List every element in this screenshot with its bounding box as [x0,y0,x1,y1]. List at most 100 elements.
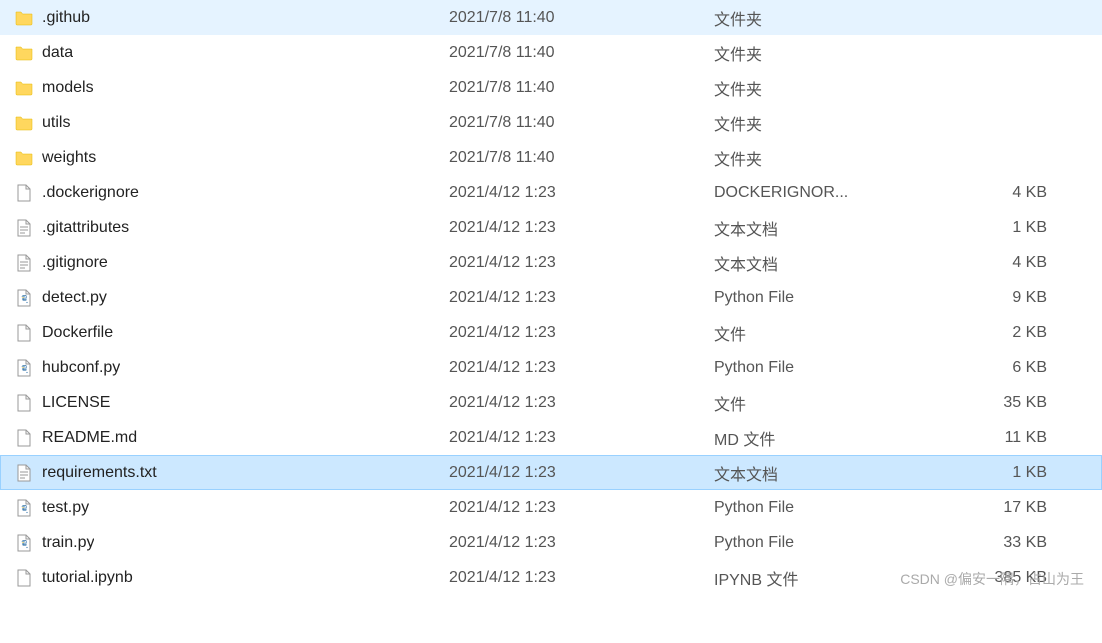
file-type: DOCKERIGNOR... [714,184,959,202]
file-date: 2021/4/12 1:23 [449,184,714,202]
file-date: 2021/4/12 1:23 [449,464,714,482]
file-type: Python File [714,499,959,517]
file-icon [14,428,34,448]
file-date: 2021/4/12 1:23 [449,359,714,377]
file-name-cell: README.md [14,428,449,448]
file-name: tutorial.ipynb [42,569,133,587]
file-type: Python File [714,359,959,377]
file-row[interactable]: hubconf.py2021/4/12 1:23Python File6 KB [0,350,1102,385]
file-size: 6 KB [959,359,1059,377]
file-row[interactable]: .dockerignore2021/4/12 1:23DOCKERIGNOR..… [0,175,1102,210]
file-size: 17 KB [959,499,1059,517]
file-date: 2021/4/12 1:23 [449,324,714,342]
text-file-icon [14,463,34,483]
folder-icon [14,43,34,63]
python-file-icon [14,498,34,518]
file-size: 11 KB [959,429,1059,447]
file-row[interactable]: .gitattributes 2021/4/12 1:23文本文档1 KB [0,210,1102,245]
file-type: Python File [714,289,959,307]
file-icon [14,323,34,343]
file-name-cell: .dockerignore [14,183,449,203]
file-row[interactable]: .gitignore2021/4/12 1:23文本文档4 KB [0,245,1102,280]
file-name-cell: hubconf.py [14,358,449,378]
watermark-text: CSDN @偏安一隅，占山为王 [900,569,1084,589]
file-date: 2021/7/8 11:40 [449,114,714,132]
file-type: 文本文档 [714,216,959,240]
folder-icon [14,113,34,133]
file-row[interactable]: train.py2021/4/12 1:23Python File33 KB [0,525,1102,560]
file-name-cell: models [14,78,449,98]
file-date: 2021/4/12 1:23 [449,534,714,552]
file-row[interactable]: detect.py 2021/4/12 1:23Python File9 KB [0,280,1102,315]
file-name-cell: utils [14,113,449,133]
file-name: detect.py [42,289,107,307]
file-name: README.md [42,429,137,447]
file-date: 2021/4/12 1:23 [449,394,714,412]
file-row[interactable]: Dockerfile 2021/4/12 1:23文件2 KB [0,315,1102,350]
text-file-icon [14,253,34,273]
file-size: 35 KB [959,394,1059,412]
file-row[interactable]: data 2021/7/8 11:40文件夹 [0,35,1102,70]
file-name-cell: requirements.txt [14,463,449,483]
file-date: 2021/4/12 1:23 [449,569,714,587]
file-name-cell: .gitignore [14,253,449,273]
file-name-cell: data [14,43,449,63]
file-type: Python File [714,534,959,552]
file-date: 2021/7/8 11:40 [449,149,714,167]
file-type: 文件夹 [714,111,959,135]
file-name: .gitattributes [42,219,129,237]
file-row[interactable]: .github 2021/7/8 11:40文件夹 [0,0,1102,35]
file-icon [14,183,34,203]
file-type: MD 文件 [714,426,959,450]
file-size: 2 KB [959,324,1059,342]
file-name: .github [42,9,90,27]
file-date: 2021/4/12 1:23 [449,289,714,307]
file-date: 2021/4/12 1:23 [449,499,714,517]
file-name-cell: LICENSE [14,393,449,413]
file-row[interactable]: utils 2021/7/8 11:40文件夹 [0,105,1102,140]
file-name-cell: test.py [14,498,449,518]
folder-icon [14,8,34,28]
file-row[interactable]: requirements.txt2021/4/12 1:23文本文档1 KB [0,455,1102,490]
file-type: 文件夹 [714,41,959,65]
file-name: utils [42,114,70,132]
file-type: 文件 [714,391,959,415]
file-name-cell: train.py [14,533,449,553]
file-name-cell: weights [14,148,449,168]
file-row[interactable]: LICENSE 2021/4/12 1:23文件35 KB [0,385,1102,420]
file-name: models [42,79,94,97]
file-type: 文件 [714,321,959,345]
file-date: 2021/7/8 11:40 [449,9,714,27]
file-name: LICENSE [42,394,110,412]
file-name: data [42,44,73,62]
file-type: 文本文档 [714,251,959,275]
file-name-cell: detect.py [14,288,449,308]
file-row[interactable]: models2021/7/8 11:40文件夹 [0,70,1102,105]
file-date: 2021/4/12 1:23 [449,219,714,237]
file-date: 2021/4/12 1:23 [449,254,714,272]
file-name: test.py [42,499,89,517]
file-date: 2021/7/8 11:40 [449,44,714,62]
file-size: 1 KB [959,219,1059,237]
file-date: 2021/4/12 1:23 [449,429,714,447]
folder-icon [14,148,34,168]
file-row[interactable]: test.py 2021/4/12 1:23Python File17 KB [0,490,1102,525]
folder-icon [14,78,34,98]
file-type: 文件夹 [714,76,959,100]
file-type: 文件夹 [714,6,959,30]
file-row[interactable]: README.md 2021/4/12 1:23MD 文件11 KB [0,420,1102,455]
file-size: 1 KB [959,464,1059,482]
file-type: 文件夹 [714,146,959,170]
file-name-cell: .github [14,8,449,28]
file-row[interactable]: weights 2021/7/8 11:40文件夹 [0,140,1102,175]
file-name: Dockerfile [42,324,113,342]
file-icon [14,393,34,413]
file-name: train.py [42,534,94,552]
file-size: 4 KB [959,184,1059,202]
file-name-cell: Dockerfile [14,323,449,343]
python-file-icon [14,288,34,308]
file-name: weights [42,149,96,167]
file-type: 文本文档 [714,461,959,485]
text-file-icon [14,218,34,238]
file-size: 9 KB [959,289,1059,307]
